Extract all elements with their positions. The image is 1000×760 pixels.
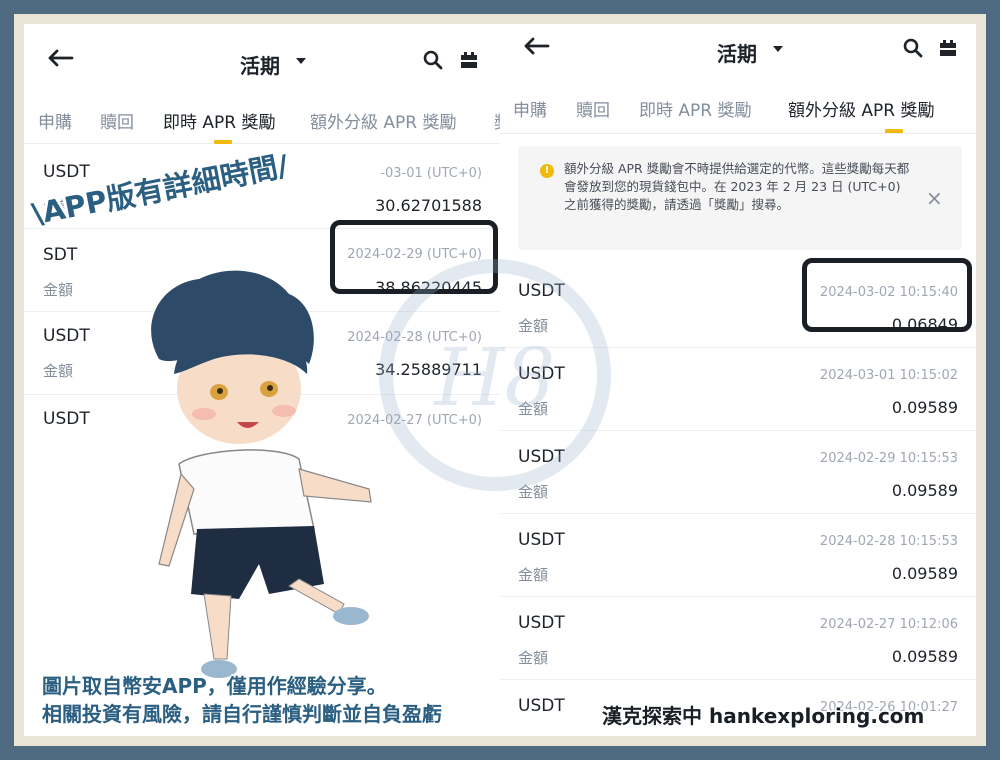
- reward-row[interactable]: USDT 2024-02-28 10:15:53 金額 0.09589: [500, 514, 976, 597]
- mascot-illustration: [151, 270, 372, 678]
- coin-name: SDT: [43, 245, 78, 265]
- search-icon[interactable]: [903, 38, 923, 58]
- coin-name: USDT: [518, 613, 565, 633]
- amount-label: 金額: [43, 362, 74, 380]
- notice-text: 額外分級 APR 獎勵會不時提供給選定的代幣。這些獎勵每天都會發放到您的現貨錢包…: [564, 161, 910, 212]
- reward-date: 2024-03-01 10:15:02: [819, 368, 958, 383]
- chevron-down-icon[interactable]: [773, 46, 783, 52]
- top-bar: 活期: [500, 24, 976, 68]
- tab-bar: 申購 贖回 即時 APR 獎勵 額外分級 APR 獎勵: [500, 82, 976, 134]
- chevron-down-icon[interactable]: [296, 58, 306, 64]
- reward-amount: 30.62701588: [375, 196, 482, 215]
- tab-subscribe[interactable]: 申購: [513, 96, 547, 121]
- reward-amount: 0.09589: [891, 564, 958, 583]
- reward-date: 2024-02-29 10:15:53: [819, 451, 958, 466]
- coin-name: USDT: [43, 162, 90, 182]
- coin-name: USDT: [43, 326, 90, 346]
- coin-name: USDT: [518, 530, 565, 550]
- warning-icon: !: [540, 164, 554, 178]
- amount-label: 金額: [518, 649, 549, 667]
- reward-amount: 0.09589: [891, 398, 958, 417]
- reward-date: 2024-02-28 10:15:53: [819, 534, 958, 549]
- tab-realtime-apr-rewards[interactable]: 即時 APR 獎勵: [639, 96, 752, 121]
- tab-realtime-apr-rewards[interactable]: 即時 APR 獎勵: [163, 108, 276, 133]
- disclaimer-line-1: 圖片取自幣安APP，僅用作經驗分享。: [42, 674, 387, 698]
- back-arrow-icon[interactable]: [522, 36, 550, 56]
- brand-watermark: 漢克探索中 hankexploring.com: [602, 704, 925, 728]
- amount-label: 金額: [518, 566, 549, 584]
- amount-label: 金額: [43, 281, 74, 299]
- tab-bonus-tiered-apr-rewards[interactable]: 額外分級 APR 獎勵: [788, 96, 935, 121]
- page-title[interactable]: 活期: [717, 38, 757, 67]
- highlight-box: [802, 258, 972, 332]
- top-bar: 活期: [24, 24, 500, 80]
- tab-bar: 申購 贖回 即時 APR 獎勵 額外分級 APR 獎勵 獎: [24, 94, 500, 144]
- calendar-icon[interactable]: [459, 50, 479, 70]
- calendar-icon[interactable]: [938, 38, 958, 58]
- page-title[interactable]: 活期: [240, 50, 280, 79]
- screenshot-canvas: 活期 申購 贖回 即時 APR 獎勵 額外分級 APR 獎勵 獎 USDT -0…: [24, 24, 976, 736]
- coin-name: USDT: [43, 409, 90, 429]
- reward-amount: 0.09589: [891, 647, 958, 666]
- back-arrow-icon[interactable]: [46, 48, 74, 68]
- disclaimer-line-2: 相關投資有風險，請自行謹慎判斷並自負盈虧: [42, 702, 442, 726]
- tab-bonus-tiered-apr-rewards[interactable]: 額外分級 APR 獎勵: [310, 108, 457, 133]
- search-icon[interactable]: [423, 50, 443, 70]
- tab-redeem[interactable]: 贖回: [100, 108, 134, 133]
- reward-row[interactable]: USDT 2024-02-27 10:12:06 金額 0.09589: [500, 597, 976, 680]
- tab-redeem[interactable]: 贖回: [576, 96, 610, 121]
- active-tab-indicator: [885, 129, 903, 133]
- close-icon[interactable]: ×: [926, 186, 943, 210]
- disclaimer-text: 圖片取自幣安APP，僅用作經驗分享。 相關投資有風險，請自行謹慎判斷並自負盈虧: [42, 672, 442, 728]
- active-tab-indicator: [214, 140, 232, 144]
- tab-subscribe[interactable]: 申購: [38, 108, 72, 133]
- info-notice: ! 額外分級 APR 獎勵會不時提供給選定的代幣。這些獎勵每天都會發放到您的現貨…: [518, 146, 962, 250]
- reward-date: 2024-02-27 10:12:06: [819, 617, 958, 632]
- reward-amount: 0.09589: [891, 481, 958, 500]
- coin-name: USDT: [518, 696, 565, 716]
- reward-date: -03-01 (UTC+0): [380, 166, 482, 181]
